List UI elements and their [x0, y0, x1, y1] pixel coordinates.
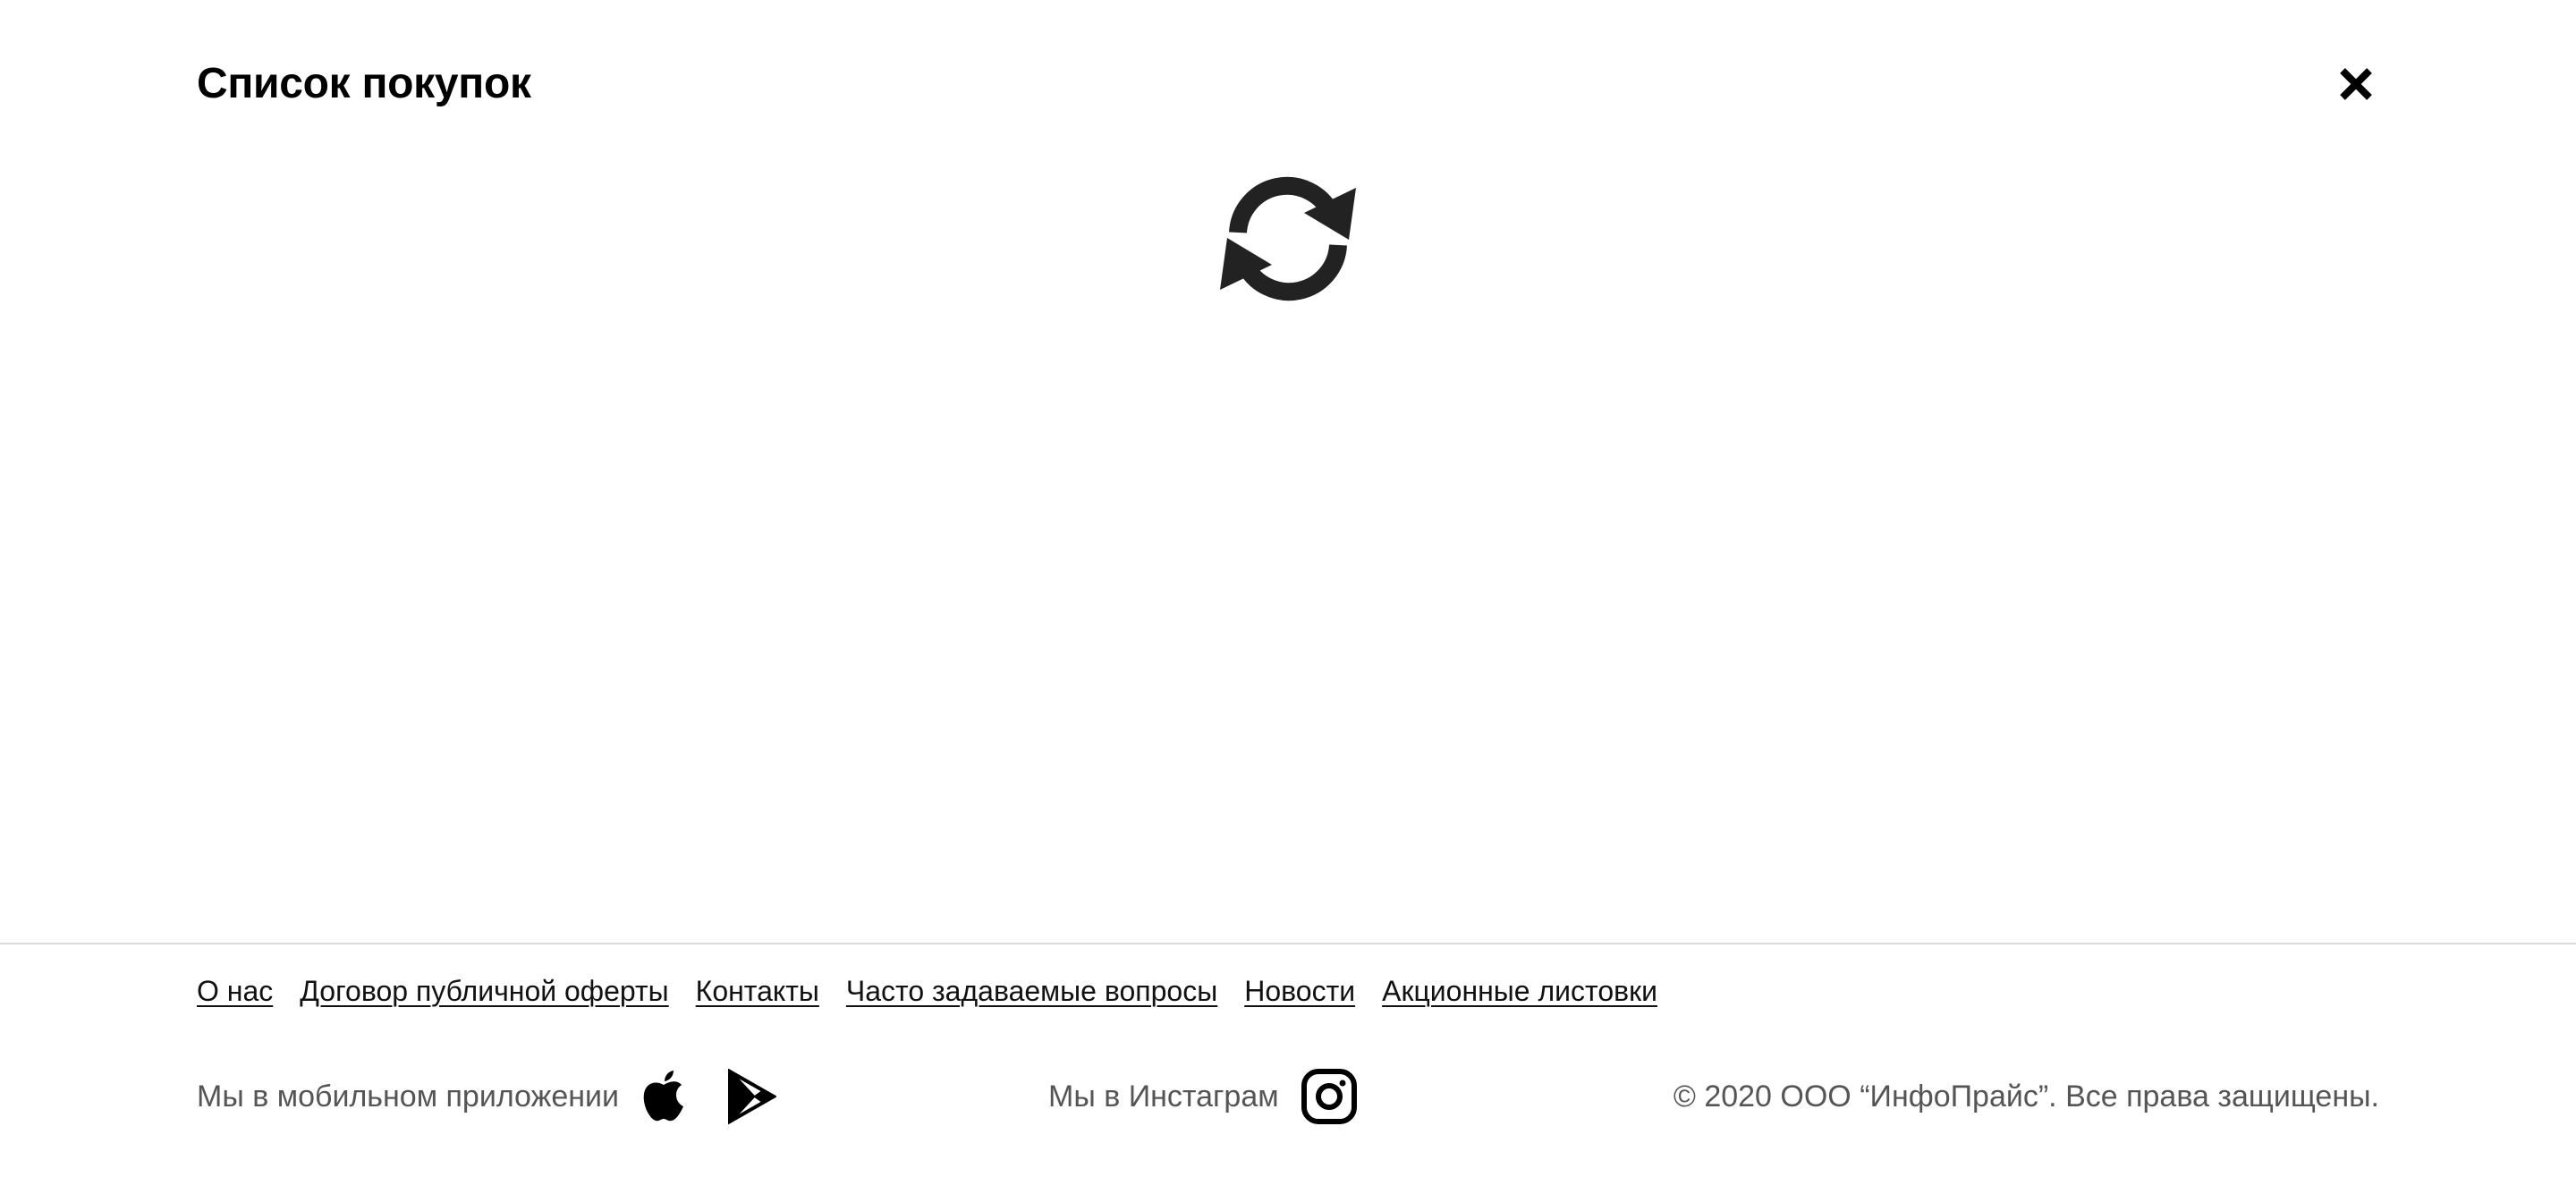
copyright-text: © 2020 ООО “ИнфоПрайс”. Все права защище…	[1673, 1080, 2379, 1113]
footer-link-about[interactable]: О нас	[197, 975, 273, 1008]
footer-bottom: Мы в мобильном приложении Мы в Инстаграм	[197, 1061, 2379, 1132]
footer-link-leaflets[interactable]: Акционные листовки	[1382, 975, 1657, 1008]
footer-link-faq[interactable]: Часто задаваемые вопросы	[846, 975, 1217, 1008]
footer-link-contacts[interactable]: Контакты	[696, 975, 819, 1008]
footer-link-news[interactable]: Новости	[1244, 975, 1355, 1008]
apple-icon	[643, 1071, 683, 1122]
footer-nav: О нас Договор публичной оферты Контакты …	[197, 970, 1657, 1012]
google-play-link[interactable]	[726, 1069, 776, 1124]
page: Список покупок О нас Договор публичной о…	[0, 0, 2576, 1177]
close-icon	[2340, 68, 2372, 100]
mobile-apps-block: Мы в мобильном приложении	[197, 1061, 776, 1132]
refresh-icon	[1220, 176, 1356, 301]
app-store-link[interactable]	[640, 1069, 687, 1124]
instagram-block: Мы в Инстаграм	[1048, 1061, 1358, 1132]
instagram-link[interactable]	[1301, 1068, 1358, 1125]
close-button[interactable]	[2333, 61, 2379, 107]
footer-divider	[0, 943, 2576, 944]
modal-title: Список покупок	[197, 60, 531, 107]
instagram-label: Мы в Инстаграм	[1048, 1079, 1279, 1113]
footer-link-offer[interactable]: Договор публичной оферты	[300, 975, 668, 1008]
google-play-icon	[728, 1069, 776, 1124]
modal-header: Список покупок	[197, 52, 2379, 116]
mobile-apps-label: Мы в мобильном приложении	[197, 1079, 619, 1113]
loading-spinner	[1215, 174, 1361, 304]
instagram-icon	[1301, 1069, 1357, 1124]
